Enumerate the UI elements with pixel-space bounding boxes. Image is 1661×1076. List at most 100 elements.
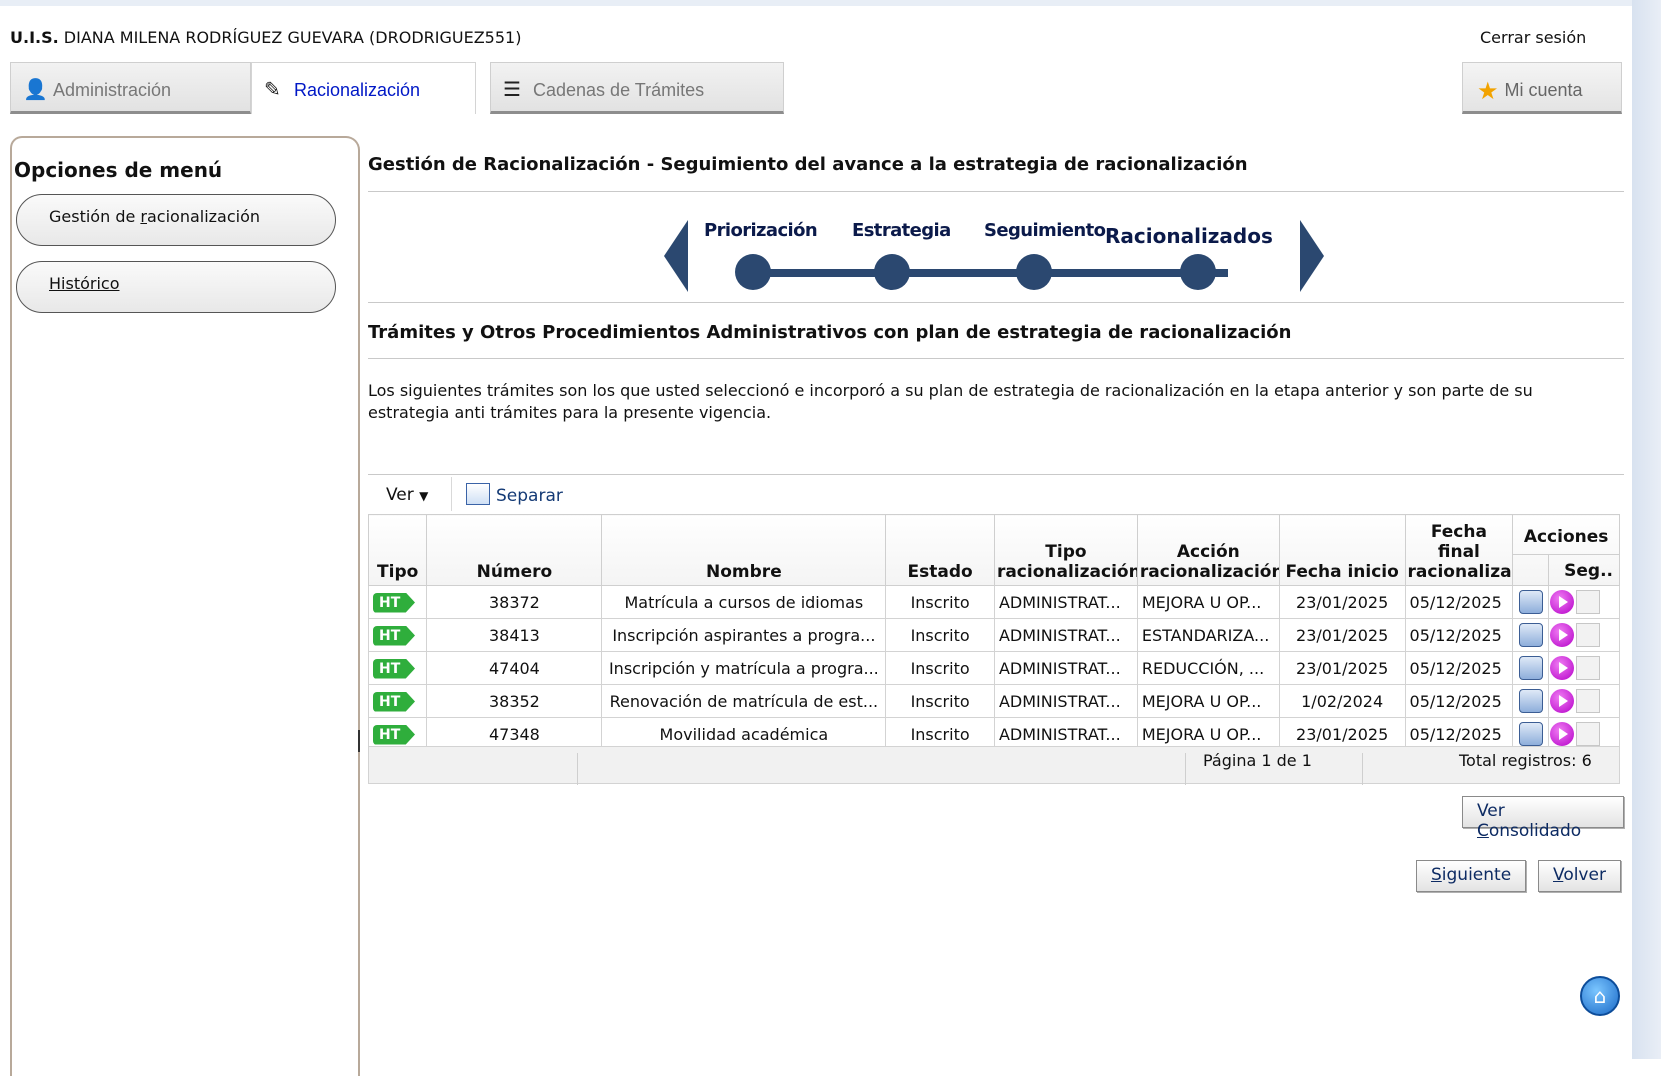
col-header-fecha-inicio[interactable]: Fecha inicio [1278, 514, 1406, 586]
grid-toolbar: Ver ▼ Separar [368, 474, 1624, 512]
col-header-tipo[interactable]: Tipo [367, 514, 428, 586]
step-label-racionalizados: Racionalizados [1105, 224, 1273, 248]
play-icon[interactable] [1550, 689, 1575, 713]
admin-user-icon: 👤 [23, 79, 48, 101]
detach-icon [466, 483, 490, 505]
volver-button[interactable]: Volver [1538, 860, 1621, 892]
sidebar-collapse-handle[interactable] [358, 730, 366, 752]
divider [368, 358, 1624, 359]
btn-label: olver [1563, 865, 1606, 885]
col-header-seg[interactable]: Seg.. [1549, 555, 1618, 585]
edit-icon: ✎ [264, 79, 281, 101]
section-title: Trámites y Otros Procedimientos Administ… [368, 322, 1292, 343]
logout-link[interactable]: Cerrar sesión [1480, 28, 1586, 47]
detail-icon[interactable] [1518, 623, 1543, 647]
header-line: racionalización [996, 562, 1138, 582]
caret-down-icon: ▼ [419, 489, 429, 503]
cell-nombre: Inscripción y matrícula a progra... [601, 651, 887, 685]
cell-nombre: Renovación de matrícula de est... [601, 684, 887, 718]
cell-tipo: HT [367, 651, 428, 685]
detail-icon[interactable] [1518, 722, 1543, 746]
star-icon: ★ [1477, 78, 1499, 105]
stage-progress: Priorización Estrategia Seguimiento Raci… [664, 212, 1324, 302]
detach-label: Separar [496, 486, 563, 506]
notes-icon[interactable] [1576, 590, 1601, 614]
account-label: Mi cuenta [1504, 80, 1583, 100]
cell-fecha-inicio: 1/02/2024 [1278, 684, 1406, 718]
cell-estado: Inscrito [885, 585, 995, 619]
play-icon[interactable] [1550, 623, 1575, 647]
tab-administracion[interactable]: 👤 Administración [10, 62, 251, 114]
acciones-label: Acciones [1513, 516, 1619, 555]
sidebar-item-historico[interactable]: Histórico [16, 261, 336, 313]
btn-accesskey: V [1553, 865, 1564, 885]
section-description: Los siguientes trámites son los que uste… [368, 381, 1533, 422]
cell-accion-detalle [1512, 618, 1550, 652]
prev-arrow-icon[interactable] [664, 220, 688, 292]
notes-icon[interactable] [1576, 656, 1601, 680]
btn-accesskey: C [1477, 821, 1489, 841]
col-header-estado[interactable]: Estado [885, 514, 995, 586]
col-header-numero[interactable]: Número [426, 514, 603, 586]
scroll-area [1632, 0, 1661, 1059]
cell-fecha-final: 05/12/2025 [1404, 618, 1514, 652]
header-line: racionalización [1139, 562, 1280, 582]
cell-numero: 47404 [426, 651, 603, 685]
user-name: DIANA MILENA RODRÍGUEZ GUEVARA (DRODRIGU… [63, 28, 522, 47]
home-icon[interactable]: ⌂ [1580, 976, 1620, 1016]
cell-fecha-final: 05/12/2025 [1404, 651, 1514, 685]
cell-fecha-final: 05/12/2025 [1404, 585, 1514, 619]
tab-cadenas[interactable]: ☰ Cadenas de Trámites [490, 62, 784, 114]
play-icon[interactable] [1550, 722, 1575, 746]
sidebar-item-gestion[interactable]: Gestión de racionalización [16, 194, 336, 246]
ht-badge: HT [373, 724, 415, 745]
notes-icon[interactable] [1576, 689, 1601, 713]
step-label-priorizacion: Priorización [704, 220, 818, 241]
header-line: Fecha [1430, 522, 1487, 542]
col-header-nombre[interactable]: Nombre [601, 514, 887, 586]
cell-fecha-final: 05/12/2025 [1404, 684, 1514, 718]
notes-icon[interactable] [1576, 623, 1601, 647]
view-menu[interactable]: Ver ▼ [386, 485, 428, 505]
btn-accesskey: S [1431, 865, 1442, 885]
label-accesskey: r [140, 207, 147, 226]
tab-racionalizacion[interactable]: ✎ Racionalización [251, 62, 476, 114]
detail-icon[interactable] [1518, 689, 1543, 713]
ver-consolidado-button[interactable]: Ver Consolidado [1462, 796, 1624, 841]
ht-badge: HT [373, 592, 415, 613]
page-indicator: Página 1 de 1 [1203, 751, 1312, 770]
detach-button[interactable]: Separar [466, 483, 563, 506]
cell-fecha-inicio: 23/01/2025 [1278, 618, 1406, 652]
cell-estado: Inscrito [885, 651, 995, 685]
cell-nombre: Inscripción aspirantes a progra... [601, 618, 887, 652]
pager-divider [1185, 753, 1186, 785]
cell-tipo-racionalizacion: ADMINISTRAT... [993, 651, 1138, 685]
org-name: U.I.S. [10, 28, 59, 47]
cell-numero: 38352 [426, 684, 603, 718]
header-line: racionalizaci [1407, 562, 1512, 582]
table-row[interactable]: HT 38352 Renovación de matrícula de est...… [367, 684, 1620, 718]
notes-icon[interactable] [1576, 722, 1601, 746]
step-label-estrategia: Estrategia [852, 220, 951, 241]
siguiente-button[interactable]: Siguiente [1416, 860, 1527, 892]
table-row[interactable]: HT 38372Matrícula a cursos de idiomasInsc… [367, 585, 1620, 619]
cell-tipo: HT [367, 684, 428, 718]
cell-seguimiento [1548, 618, 1620, 652]
col-header-fecha-final[interactable]: Fechafinalracionalizaci [1404, 514, 1514, 586]
play-icon[interactable] [1550, 656, 1575, 680]
acciones-subheaders: Seg.. [1514, 555, 1619, 585]
detail-icon[interactable] [1518, 656, 1543, 680]
divider [368, 191, 1624, 192]
table-row[interactable]: HT 38413 Inscripción aspirantes a progra..… [367, 618, 1620, 652]
col-header-tipo-racionalizacion[interactable]: Tipo racionalización [993, 514, 1138, 586]
table-row[interactable]: HT 47404 Inscripción y matrícula a progra.… [367, 651, 1620, 685]
my-account-tab[interactable]: ★ Mi cuenta [1462, 62, 1622, 114]
detail-icon[interactable] [1518, 590, 1543, 614]
play-icon[interactable] [1550, 590, 1575, 614]
step-dot [874, 254, 910, 290]
btn-label: iguiente [1441, 865, 1512, 885]
header-line: Tipo [1045, 542, 1087, 562]
header-line: Acción [1176, 542, 1240, 562]
col-header-accion-racionalizacion[interactable]: Acción racionalización [1136, 514, 1280, 586]
next-arrow-icon[interactable] [1300, 220, 1324, 292]
